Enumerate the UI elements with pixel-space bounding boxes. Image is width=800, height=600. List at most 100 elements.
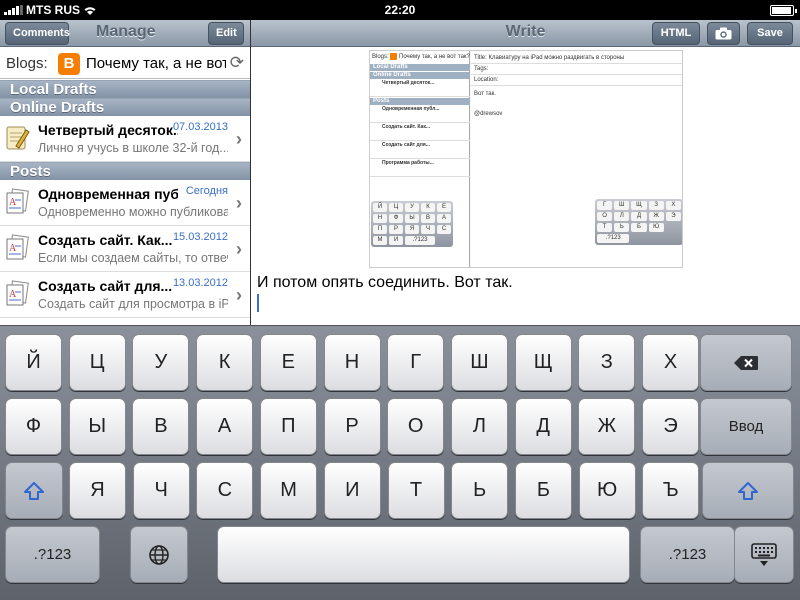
letter-key[interactable]: Н <box>323 334 381 391</box>
post-document-icon: A <box>6 188 29 214</box>
letter-key[interactable]: А <box>196 398 254 455</box>
embedded-key: С <box>437 225 451 234</box>
section-posts: Posts <box>0 162 250 180</box>
embedded-tags-field: Tags: <box>471 64 682 75</box>
blogger-logo-icon: B <box>58 53 80 75</box>
letter-key[interactable]: О <box>387 398 445 455</box>
embedded-keyboard-right: Г Ш Щ З Х О Л Д Ж Э Т Ь Б Ю .?123 <box>595 199 682 245</box>
embedded-key: Ц <box>389 203 403 212</box>
return-key[interactable]: Ввод <box>700 398 792 455</box>
blogs-label: Blogs: <box>6 55 48 72</box>
save-button[interactable]: Save <box>747 22 793 45</box>
embedded-blogger-icon <box>390 53 398 60</box>
letter-key[interactable]: Ш <box>450 334 508 391</box>
embedded-blogs-row: Blogs: Почему так, а не вот так? <box>372 53 470 60</box>
letter-key[interactable]: П <box>259 398 317 455</box>
letter-key[interactable]: Ы <box>68 398 126 455</box>
letter-key[interactable]: Ф <box>5 398 62 455</box>
chevron-right-icon: › <box>236 285 242 305</box>
embedded-row: Создать сайт. Как... <box>370 124 470 141</box>
chevron-right-icon: › <box>236 239 242 259</box>
camera-button[interactable] <box>707 22 740 45</box>
embedded-row-title: Одновременная публ... <box>382 106 440 112</box>
backspace-key[interactable] <box>700 334 792 391</box>
html-button[interactable]: HTML <box>652 22 700 45</box>
embedded-key: М <box>373 236 387 245</box>
list-item[interactable]: Четвертый десяток... 07.03.2013 Лично я … <box>0 116 250 162</box>
letter-key[interactable]: Д <box>514 398 572 455</box>
embedded-title-label: Title: <box>474 55 487 61</box>
clock: 22:20 <box>384 3 416 17</box>
embedded-body-2: @drewsov <box>474 111 503 117</box>
embedded-key: О <box>597 212 613 221</box>
letter-key[interactable]: Х <box>642 334 699 391</box>
letter-key[interactable]: М <box>260 462 318 519</box>
letter-key[interactable]: В <box>132 398 190 455</box>
embedded-row-title: Программа работы... <box>382 160 434 166</box>
letter-key[interactable]: Щ <box>514 334 572 391</box>
letter-key[interactable]: Й <box>5 334 62 391</box>
letter-key[interactable]: Ь <box>451 462 509 519</box>
hide-keyboard-icon <box>751 542 777 566</box>
post-document-icon: A <box>6 280 29 306</box>
embedded-row: Одновременная публ... <box>370 106 470 123</box>
embedded-key: Д <box>631 212 647 221</box>
letter-key[interactable]: Т <box>387 462 445 519</box>
embedded-screenshot-image: Blogs: Почему так, а не вот так? Local D… <box>369 50 683 268</box>
embedded-row-title: Создать сайт для... <box>382 142 430 148</box>
letter-key[interactable]: Ж <box>578 398 636 455</box>
post-body-text[interactable]: И потом опять соединить. Вот так. <box>257 274 513 292</box>
letter-key[interactable]: Р <box>323 398 381 455</box>
embedded-key: Б <box>631 223 647 232</box>
letter-key[interactable]: К <box>196 334 254 391</box>
letter-key[interactable]: Е <box>259 334 317 391</box>
letter-key[interactable]: Я <box>69 462 126 519</box>
letter-key[interactable]: Ю <box>578 462 636 519</box>
embedded-online-drafts: Online Drafts <box>370 72 470 79</box>
svg-text:A: A <box>9 197 17 208</box>
list-item[interactable]: A Создать сайт. Как... 15.03.2012 Если м… <box>0 226 250 272</box>
letter-key[interactable]: Ъ <box>642 462 700 519</box>
embedded-keyboard-left: Й Ц У К Е Н Ф Ы В А П Р Я Ч С М И .?123 <box>371 201 453 247</box>
backspace-icon <box>734 355 758 370</box>
letter-key[interactable]: У <box>132 334 190 391</box>
manage-title: Manage <box>96 23 156 40</box>
numbers-key-left[interactable]: .?123 <box>5 526 100 583</box>
post-title: Создать сайт для... <box>38 278 173 294</box>
letter-key[interactable]: З <box>578 334 636 391</box>
embedded-key: Ч <box>421 225 435 234</box>
embedded-tags-label: Tags: <box>474 66 489 72</box>
edit-button[interactable]: Edit <box>208 22 244 45</box>
letter-key[interactable]: С <box>196 462 254 519</box>
blog-selector[interactable]: Blogs: B Почему так, а не вот так? ⟳ <box>0 48 250 79</box>
post-date: 15.03.2012 <box>172 231 228 243</box>
letter-key[interactable]: Б <box>514 462 572 519</box>
shift-key-right[interactable] <box>702 462 794 519</box>
list-item[interactable]: A Создать сайт для... 13.03.2012 Создать… <box>0 272 250 318</box>
keyboard: ЙЦУКЕНГШЩЗХ ФЫВАПРОЛДЖЭ ЯЧСМИТЬБЮЪ Ввод … <box>0 325 800 600</box>
embedded-key: У <box>405 203 419 212</box>
chevron-right-icon: › <box>236 193 242 213</box>
embedded-key: П <box>373 225 387 234</box>
post-date: 07.03.2013 <box>172 121 228 133</box>
embedded-title-field: Title: Клавиатуру на iPad можно раздвига… <box>471 53 682 64</box>
letter-key[interactable]: И <box>323 462 381 519</box>
list-item[interactable]: A Одновременная публикация Сегодня Однов… <box>0 180 250 226</box>
shift-key-left[interactable] <box>5 462 63 519</box>
globe-key[interactable] <box>130 526 188 583</box>
embedded-numbers-key: .?123 <box>405 236 435 245</box>
letter-key[interactable]: Ц <box>68 334 126 391</box>
letter-key[interactable]: Э <box>642 398 699 455</box>
embedded-key: Ь <box>614 223 630 232</box>
letter-key[interactable]: Г <box>387 334 445 391</box>
post-excerpt: Одновременно можно публиковать... <box>38 205 228 219</box>
space-key[interactable] <box>217 526 630 583</box>
refresh-icon[interactable]: ⟳ <box>230 53 244 73</box>
post-date: 13.03.2012 <box>172 277 228 289</box>
comments-button[interactable]: Comments <box>5 22 70 45</box>
numbers-key-right[interactable]: .?123 <box>640 526 735 583</box>
letter-key[interactable]: Л <box>450 398 508 455</box>
hide-keyboard-key[interactable] <box>734 526 794 583</box>
section-online-drafts: Online Drafts <box>0 98 250 116</box>
letter-key[interactable]: Ч <box>132 462 190 519</box>
